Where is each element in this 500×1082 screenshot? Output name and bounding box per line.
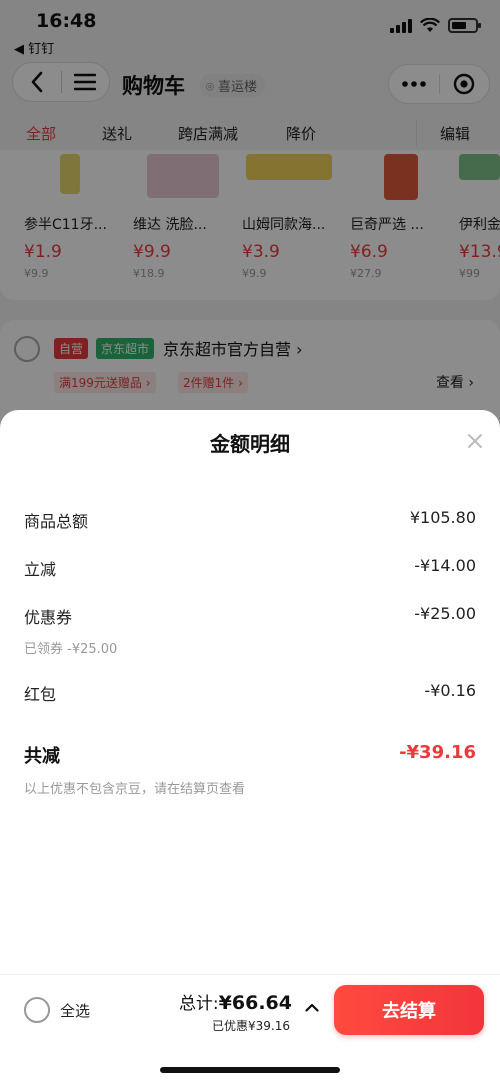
chevron-up-icon bbox=[305, 1003, 319, 1012]
goods-total-label: 商品总额 bbox=[24, 512, 89, 531]
instant-discount-label: 立减 bbox=[24, 560, 57, 579]
checkout-button[interactable]: 去结算 bbox=[334, 985, 484, 1035]
toggle-detail-button[interactable] bbox=[302, 997, 322, 1017]
select-all-radio[interactable] bbox=[24, 997, 50, 1023]
total-label: 总计: bbox=[178, 994, 219, 1014]
coupon-claimed-note: 已领券 -¥25.00 bbox=[24, 642, 118, 657]
saved-amount: 已优惠¥39.16 bbox=[212, 1019, 290, 1033]
select-all-label[interactable]: 全选 bbox=[60, 1000, 90, 1021]
goods-total-value: ¥105.80 bbox=[409, 508, 476, 527]
sheet-title: 金额明细 bbox=[210, 432, 290, 456]
total-discount-value: -¥39.16 bbox=[399, 742, 476, 763]
total-amount: ¥66.64 bbox=[218, 992, 292, 1014]
instant-discount-value: -¥14.00 bbox=[414, 556, 476, 575]
close-button[interactable] bbox=[462, 428, 488, 454]
total-discount-label: 共减 bbox=[24, 746, 60, 767]
total-line: 总计:¥66.64 bbox=[179, 989, 292, 1014]
coupon-label: 优惠券 bbox=[24, 608, 73, 627]
coupon-value: -¥25.00 bbox=[414, 604, 476, 623]
close-icon bbox=[468, 434, 482, 448]
home-indicator bbox=[160, 1067, 340, 1073]
red-packet-value: -¥0.16 bbox=[424, 681, 476, 700]
checkout-bar: 全选 总计:¥66.64 已优惠¥39.16 去结算 bbox=[0, 974, 500, 1082]
discount-note: 以上优惠不包含京豆，请在结算页查看 bbox=[24, 782, 246, 797]
red-packet-label: 红包 bbox=[24, 685, 57, 704]
